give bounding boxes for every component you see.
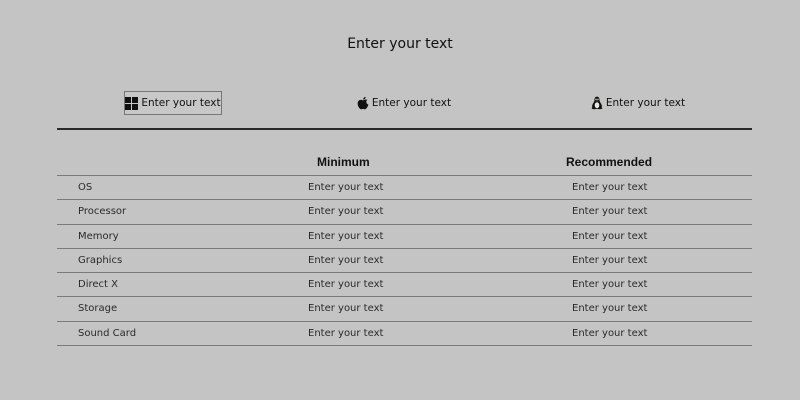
recommended-value: Enter your text	[572, 182, 648, 193]
table-header-row: Minimum Recommended	[57, 150, 752, 176]
windows-icon	[125, 96, 139, 110]
page-title: Enter your text	[347, 36, 453, 52]
minimum-value: Enter your text	[308, 327, 384, 339]
tab-mac-label: Enter your text	[371, 97, 452, 109]
table-row: Memory Enter your text Enter your text	[57, 225, 752, 249]
platform-tabs: Enter your text Enter your text Enter yo…	[57, 91, 752, 115]
minimum-value: Enter your text	[308, 230, 384, 242]
tab-mac[interactable]: Enter your text	[356, 91, 452, 115]
tabs-divider	[57, 128, 752, 130]
minimum-value: Enter your text	[308, 182, 384, 193]
table-row: Storage Enter your text Enter your text	[57, 297, 752, 322]
minimum-value: Enter your text	[308, 206, 384, 218]
recommended-value: Enter your text	[572, 327, 648, 339]
recommended-value: Enter your text	[572, 254, 648, 266]
table-row: Direct X Enter your text Enter your text	[57, 273, 752, 298]
minimum-value: Enter your text	[308, 254, 384, 266]
recommended-value: Enter your text	[572, 279, 648, 291]
tab-windows-label: Enter your text	[141, 97, 221, 109]
tab-windows[interactable]: Enter your text	[124, 91, 222, 115]
row-label: Graphics	[78, 254, 123, 266]
apple-icon	[357, 96, 369, 110]
table-row: OS Enter your text Enter your text	[57, 176, 752, 201]
tab-linux[interactable]: Enter your text	[588, 91, 688, 115]
table-row: Processor Enter your text Enter your tex…	[57, 200, 752, 225]
row-label: Processor	[78, 206, 127, 218]
recommended-value: Enter your text	[572, 206, 648, 218]
table-row: Sound Card Enter your text Enter your te…	[57, 322, 752, 347]
minimum-value: Enter your text	[308, 279, 384, 291]
recommended-value: Enter your text	[572, 303, 648, 315]
recommended-value: Enter your text	[572, 230, 648, 242]
minimum-value: Enter your text	[308, 303, 384, 315]
column-header-recommended: Recommended	[566, 155, 653, 169]
row-label: OS	[78, 182, 93, 193]
system-requirements-table: Minimum Recommended OS Enter your text E…	[57, 150, 752, 347]
tab-linux-label: Enter your text	[605, 97, 686, 109]
table-row: Graphics Enter your text Enter your text	[57, 249, 752, 274]
row-label: Sound Card	[78, 327, 137, 339]
row-label: Direct X	[78, 279, 118, 291]
row-label: Memory	[78, 230, 119, 242]
linux-icon	[591, 96, 603, 110]
row-label: Storage	[78, 303, 118, 315]
column-header-minimum: Minimum	[317, 155, 370, 169]
